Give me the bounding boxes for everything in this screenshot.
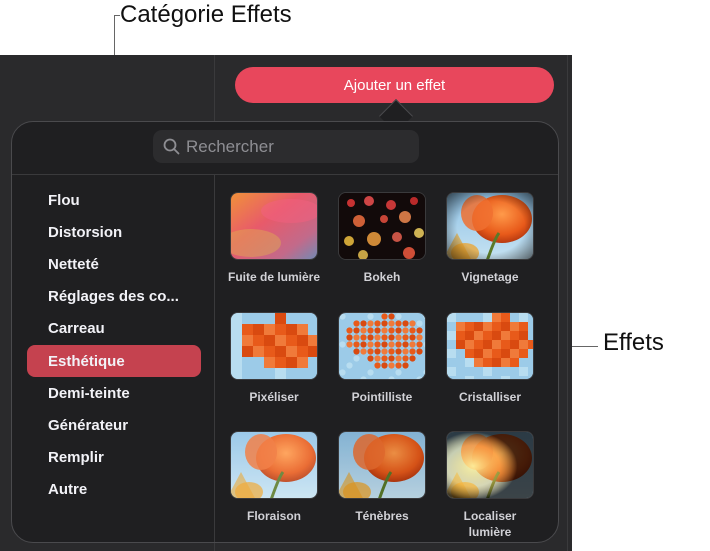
category-list: Flou Distorsion Netteté Réglages des co... C… — [27, 184, 201, 506]
effect-item[interactable]: Pixéliser — [225, 312, 323, 405]
category-callout: Catégorie Effets — [120, 1, 292, 28]
pointillize-thumb — [338, 312, 426, 380]
effect-item[interactable]: Localiser lumière — [441, 431, 539, 540]
category-item[interactable]: Réglages des co... — [27, 281, 201, 313]
spotlight-thumb — [446, 431, 534, 499]
category-item[interactable]: Netteté — [27, 248, 201, 280]
add-effect-button[interactable]: Ajouter un effet — [235, 67, 554, 103]
effect-label: Floraison — [246, 509, 301, 523]
category-item[interactable]: Distorsion — [27, 216, 201, 248]
category-item[interactable]: Remplir — [27, 442, 201, 474]
category-item[interactable]: Générateur — [27, 409, 201, 441]
effect-item[interactable]: Ténèbres — [333, 431, 431, 524]
crystallize-thumb — [446, 312, 534, 380]
effect-item[interactable]: Bokeh — [333, 192, 431, 285]
effect-item[interactable]: Cristalliser — [441, 312, 539, 405]
effect-item[interactable]: Vignetage — [441, 192, 539, 285]
effect-label: Bokeh — [363, 270, 401, 284]
effects-callout: Effets — [603, 329, 664, 356]
effect-label: Vignetage — [461, 270, 519, 284]
search-placeholder: Rechercher — [186, 136, 274, 156]
bloom-thumb — [230, 431, 318, 499]
bokeh-thumb — [338, 192, 426, 260]
effect-label: Fuite de lumière — [227, 270, 321, 284]
effect-label: Ténèbres — [355, 509, 409, 523]
effect-item[interactable]: Pointilliste — [333, 312, 431, 405]
category-item[interactable]: Flou — [27, 184, 201, 216]
light-leak-thumb — [230, 192, 318, 260]
effect-label: Localiser lumière — [463, 509, 517, 539]
category-item[interactable]: Autre — [27, 474, 201, 506]
category-item[interactable]: Esthétique — [27, 344, 201, 378]
category-item[interactable]: Demi-teinte — [27, 377, 201, 409]
header-divider — [12, 174, 558, 175]
effect-item[interactable]: Floraison — [225, 431, 323, 524]
effect-item[interactable]: Fuite de lumière — [225, 192, 323, 285]
effect-label: Pointilliste — [351, 390, 413, 404]
column-divider — [214, 174, 215, 542]
effect-label: Cristalliser — [458, 390, 522, 404]
search-input[interactable]: Rechercher — [153, 130, 419, 163]
category-leader-tick — [114, 15, 120, 16]
gloom-thumb — [338, 431, 426, 499]
effects-popover: Rechercher Flou Distorsion Netteté Réglages… — [11, 121, 559, 543]
pixelate-thumb — [230, 312, 318, 380]
app-divider-right — [567, 55, 568, 551]
vignette-thumb — [446, 192, 534, 260]
search-icon — [163, 138, 180, 155]
effect-label: Pixéliser — [249, 390, 299, 404]
category-item[interactable]: Carreau — [27, 313, 201, 345]
